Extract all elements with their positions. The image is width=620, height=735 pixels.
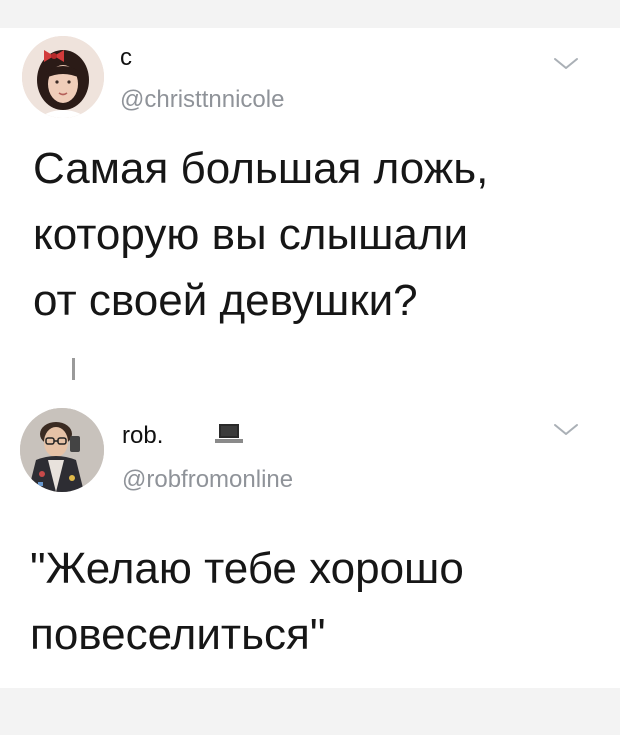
chevron-down-icon[interactable] [552, 422, 580, 438]
profile-photo-girl-icon [22, 36, 104, 118]
display-name[interactable]: с [120, 44, 132, 72]
tweet-text: Самая большая ложь, которую вы слышали о… [33, 144, 489, 325]
profile-photo-boy-icon [20, 408, 104, 492]
tweet-text: "Желаю тебе хорошо повеселиться" [30, 544, 464, 659]
thread-connector-line [72, 358, 75, 380]
display-name[interactable]: rob. [122, 422, 163, 450]
bottom-strip [0, 688, 620, 735]
chevron-down-icon[interactable] [552, 56, 580, 72]
avatar-robfromonline[interactable] [20, 408, 104, 492]
username-handle[interactable]: @christtnnicole [120, 86, 284, 114]
username-handle[interactable]: @robfromonline [122, 466, 293, 494]
avatar-christtnnicole[interactable] [22, 36, 104, 118]
laptop-icon [215, 424, 243, 443]
top-strip [0, 0, 620, 28]
